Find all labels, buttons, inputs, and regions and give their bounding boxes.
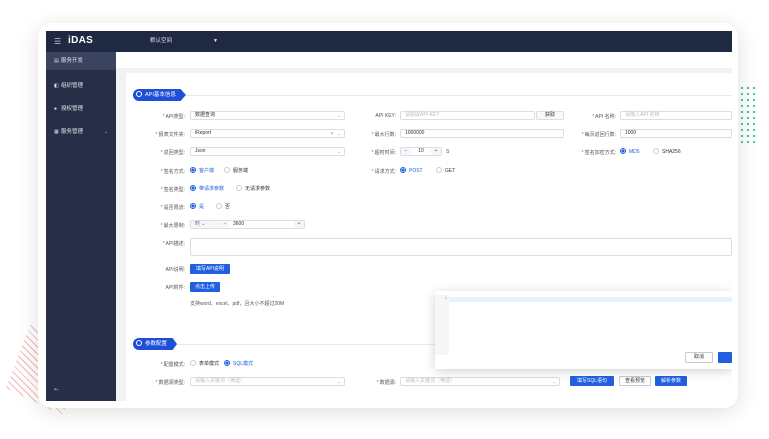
api-key-input[interactable]: 请获取API KEY — [400, 111, 535, 120]
upload-hint: 支持word、excel、pdf，且大小不超过20M — [190, 301, 285, 307]
plus-icon[interactable]: + — [431, 148, 441, 155]
label-api-type: *API类型: — [162, 114, 185, 120]
menu-toggle-icon[interactable]: ☰ — [54, 37, 61, 46]
api-name-input[interactable]: 请输入API 名称 — [620, 111, 732, 120]
sidebar-item-org[interactable]: ◧ 组织管理 — [46, 77, 116, 95]
page-rows-input[interactable]: 1000 — [620, 129, 732, 138]
label-max-rows: *最大行数: — [371, 132, 396, 138]
label-page-rows: *每页返回行数: — [581, 132, 616, 138]
label-report-file: *报表文件夹: — [155, 132, 185, 138]
return-type-select[interactable]: Json ⌄ — [190, 147, 345, 156]
timeout-stepper[interactable]: − 10 + — [400, 147, 442, 156]
chevron-down-icon: ⌄ — [103, 129, 108, 135]
upload-button[interactable]: 点击上传 — [190, 282, 220, 292]
workspace-label: 默认空间 — [150, 38, 173, 44]
section-divider — [133, 95, 732, 96]
info-icon — [136, 340, 142, 346]
radio-limit-no[interactable]: 否 — [216, 202, 230, 211]
radio-md5[interactable]: MD5 — [620, 147, 640, 156]
plus-icon[interactable]: + — [294, 221, 304, 228]
label-timeout: *超时时间: — [371, 150, 396, 156]
api-type-select[interactable]: 数据查询 ⌄ — [190, 111, 345, 120]
radio-sha256[interactable]: SHA256 — [653, 147, 681, 156]
api-desc-textarea[interactable] — [190, 238, 732, 256]
app-logo: iDAS — [68, 35, 94, 46]
section-title-params: 参数配置 — [133, 338, 178, 350]
org-icon: ◧ — [54, 83, 59, 89]
radio-client[interactable]: 客户端 — [190, 166, 214, 175]
label-return-type: *返回类型: — [160, 150, 185, 156]
label-max-limit: *最大限制: — [160, 223, 185, 229]
label-api-attach: API附件: — [165, 285, 185, 291]
unit-select[interactable]: 时 ⌄ — [191, 221, 221, 228]
minus-icon[interactable]: − — [221, 221, 229, 228]
radio-get[interactable]: GET — [436, 166, 455, 175]
cancel-button[interactable]: 取消 — [685, 352, 713, 363]
report-file-select[interactable]: iReport ✕ ⌄ — [190, 129, 345, 138]
chevron-down-icon: ⌄ — [552, 379, 556, 384]
max-limit-stepper[interactable]: 时 ⌄ − 3600 + — [190, 220, 305, 229]
confirm-button[interactable] — [718, 352, 732, 363]
radio-no-params[interactable]: 无请求参数 — [236, 184, 270, 193]
decorative-dots — [739, 85, 759, 145]
editor-active-line[interactable] — [449, 297, 732, 302]
timeout-unit: S — [446, 149, 450, 155]
max-rows-input[interactable]: 1000000 — [400, 129, 564, 138]
caret-down-icon: ▼ — [213, 38, 218, 44]
grid-icon: ▦ — [54, 129, 59, 135]
clear-icon[interactable]: ✕ — [330, 130, 334, 137]
datasource-select[interactable]: 请输入关键词（筛选） ⌄ — [400, 377, 560, 386]
label-datasource: *数据源: — [376, 380, 396, 386]
radio-with-params[interactable]: 带请求参数 — [190, 184, 224, 193]
header-strip — [116, 52, 732, 68]
fill-sql-button[interactable]: 填写SQL语句 — [570, 376, 614, 386]
label-api-doc: API说明: — [165, 267, 185, 273]
label-api-name: *API 名称: — [592, 114, 616, 120]
collapse-icon[interactable]: ⇤ — [54, 386, 59, 393]
radio-limit-yes[interactable]: 是 — [190, 202, 204, 211]
radio-post[interactable]: POST — [400, 166, 423, 175]
label-api-key: API KEY: — [375, 113, 396, 119]
info-icon — [136, 91, 142, 97]
sidebar-item-service-mgmt[interactable]: ▦ 服务管理 ⌄ — [46, 123, 116, 141]
label-source-type: *数据源类型: — [155, 380, 185, 386]
radio-server[interactable]: 服务端 — [224, 166, 248, 175]
label-request-method: *请求方式: — [371, 169, 396, 175]
sidebar-item-service-dev[interactable]: ▤ 服务开发 — [46, 52, 116, 70]
preview-button[interactable]: 查看预览 — [619, 376, 651, 386]
source-type-select[interactable]: 请输入关键词（筛选） ⌄ — [190, 377, 345, 386]
radio-sql-mode[interactable]: SQL模式 — [224, 359, 253, 368]
user-icon: ● — [54, 106, 58, 112]
section-title-basic: API基本信息 — [133, 89, 186, 101]
sql-editor-popup: 1 取消 — [435, 291, 732, 369]
label-sign-type: *签名类型: — [160, 187, 185, 193]
fill-api-doc-button[interactable]: 填写API说明 — [190, 264, 230, 274]
workspace-select[interactable]: 默认空间 ▼ — [146, 35, 220, 48]
label-sign-mode: *签名方式: — [160, 169, 185, 175]
sidebar: ▤ 服务开发 ◧ 组织管理 ● 授权管理 ▦ 服务管理 ⌄ ⇤ — [46, 52, 116, 401]
minus-icon[interactable]: − — [401, 148, 411, 155]
doc-icon: ▤ — [54, 58, 59, 64]
label-api-desc: *API描述: — [162, 241, 185, 247]
line-gutter: 1 — [435, 295, 449, 355]
top-bar: ☰ iDAS 默认空间 ▼ — [46, 31, 732, 52]
sidebar-item-auth[interactable]: ● 授权管理 — [46, 100, 116, 118]
label-config-mode: *配置模式: — [160, 362, 185, 368]
parse-params-button[interactable]: 解析参数 — [655, 376, 687, 386]
radio-form-mode[interactable]: 表单模式 — [190, 359, 219, 368]
app-window: ☰ iDAS 默认空间 ▼ ▤ 服务开发 ◧ 组织管理 ● 授权管理 ▦ 服务管理 ⌄ … — [46, 31, 732, 401]
label-rate-limit: *是否限流: — [160, 205, 185, 211]
label-sign-encrypt: *签名加密方式: — [581, 150, 616, 156]
